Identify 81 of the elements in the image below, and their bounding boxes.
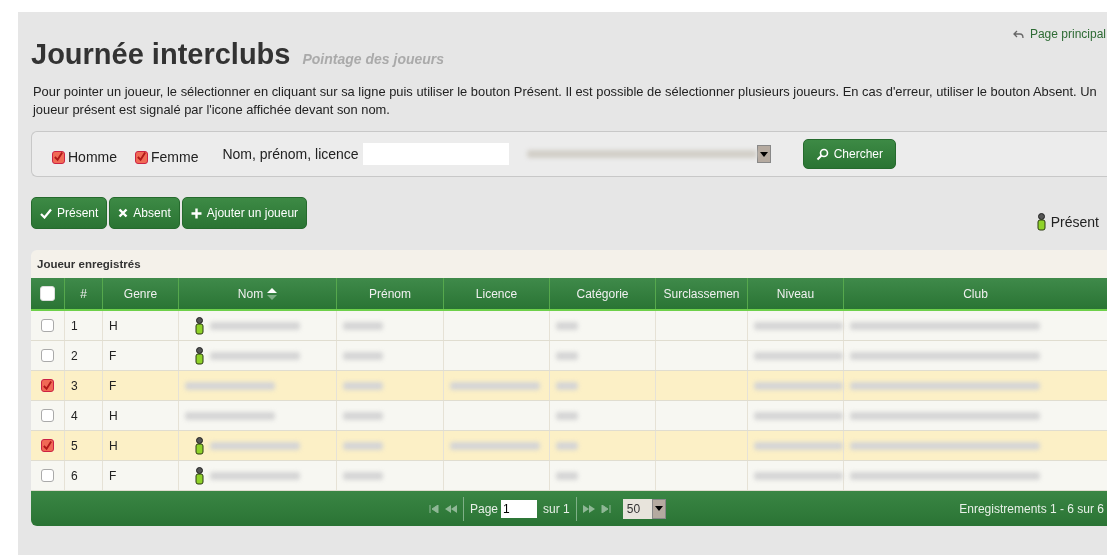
genre-cell: H <box>109 438 118 453</box>
column-header[interactable]: Licence <box>444 278 550 309</box>
row-checkbox[interactable] <box>41 349 54 362</box>
page-size-select[interactable]: 50 <box>622 498 667 519</box>
blurred-first-name <box>343 351 383 360</box>
player-row[interactable]: 6 F <box>31 461 1107 491</box>
home-link[interactable]: Page principal <box>1012 26 1106 42</box>
row-checkbox[interactable] <box>41 469 54 482</box>
row-number: 6 <box>71 468 78 483</box>
blurred-category <box>556 411 578 420</box>
person-icon <box>1036 213 1046 231</box>
select-all-checkbox[interactable] <box>40 286 55 301</box>
sort-arrows-icon <box>267 287 278 300</box>
column-header[interactable]: Club <box>844 278 1107 309</box>
page-subtitle: Pointage des joueurs <box>302 51 445 67</box>
search-label: Nom, prénom, licence <box>222 146 359 162</box>
player-row[interactable]: 2 F <box>31 341 1107 371</box>
instructions-text: Pour pointer un joueur, le sélectionner en cliquant sur sa ligne puis utiliser le bouton Présent. Il est possible de sélectionner plusieurs joueurs. En cas d'erreur, utiliser le bouton Absent. Un joueur présent est signalé par l'icone affichée devant son nom. <box>33 83 1098 119</box>
row-checkbox[interactable] <box>41 379 54 392</box>
player-row[interactable]: 5 H <box>31 431 1107 461</box>
row-number: 1 <box>71 318 78 333</box>
dropdown-arrow-icon <box>655 506 664 511</box>
column-header[interactable]: Surclassemen <box>656 278 748 309</box>
column-header[interactable]: Nom <box>179 278 337 309</box>
player-row[interactable]: 1 H <box>31 311 1107 341</box>
blurred-category <box>556 351 578 360</box>
blurred-first-name <box>343 321 383 330</box>
row-number: 4 <box>71 408 78 423</box>
plus-icon <box>190 207 202 219</box>
blurred-first-name <box>343 411 383 420</box>
row-number: 2 <box>71 348 78 363</box>
column-header[interactable]: Genre <box>103 278 179 309</box>
records-count: Enregistrements 1 - 6 sur 6 <box>959 501 1104 516</box>
row-number: 3 <box>71 378 78 393</box>
column-header[interactable]: Catégorie <box>550 278 656 309</box>
player-row[interactable]: 4 H <box>31 401 1107 431</box>
checkmark-icon <box>40 207 52 219</box>
genre-cell: H <box>109 318 118 333</box>
checkmark-icon <box>136 151 147 163</box>
legend-label: Présent <box>1050 214 1099 230</box>
back-arrow-icon <box>1012 29 1024 39</box>
action-button[interactable]: Absent <box>109 197 180 229</box>
genre-cell: F <box>109 378 117 393</box>
dropdown-arrow-icon <box>759 151 768 157</box>
checkmark-icon <box>42 379 53 392</box>
search-button[interactable]: Chercher <box>802 139 896 169</box>
row-checkbox[interactable] <box>41 319 54 332</box>
column-header[interactable]: Prénom <box>337 278 444 309</box>
search-icon <box>815 147 829 161</box>
gender-checkbox[interactable]: Homme <box>52 143 117 165</box>
blurred-first-name <box>343 471 383 480</box>
row-number: 5 <box>71 438 78 453</box>
previous-page-icon[interactable] <box>445 504 457 513</box>
page-count: sur 1 <box>543 501 570 516</box>
column-header[interactable]: Niveau <box>748 278 844 309</box>
blurred-first-name <box>343 381 383 390</box>
page-label: Page <box>470 501 499 516</box>
blurred-first-name <box>343 441 383 450</box>
action-button[interactable]: Présent <box>31 197 108 229</box>
page-title: Journée interclubs <box>31 38 291 71</box>
player-row[interactable]: 3 F <box>31 371 1107 401</box>
genre-cell: F <box>109 348 117 363</box>
blurred-category <box>556 441 578 450</box>
next-page-icon[interactable] <box>582 504 595 513</box>
row-checkbox[interactable] <box>41 439 54 452</box>
column-header[interactable]: # <box>65 278 103 309</box>
table-caption: Joueur enregistrés <box>36 257 142 272</box>
checkmark-icon <box>42 439 53 452</box>
first-page-icon[interactable] <box>429 504 439 513</box>
page-input[interactable]: 1 <box>501 499 538 518</box>
blurred-category <box>556 471 578 480</box>
cross-icon <box>118 208 129 218</box>
last-page-icon[interactable] <box>600 504 611 513</box>
action-button[interactable]: Ajouter un joueur <box>181 197 308 229</box>
checkmark-icon <box>53 151 64 163</box>
genre-cell: H <box>109 408 118 423</box>
blurred-category <box>556 381 578 390</box>
blurred-category <box>556 321 578 330</box>
gender-checkbox[interactable]: Femme <box>135 143 199 165</box>
genre-cell: F <box>109 468 117 483</box>
row-checkbox[interactable] <box>41 409 54 422</box>
